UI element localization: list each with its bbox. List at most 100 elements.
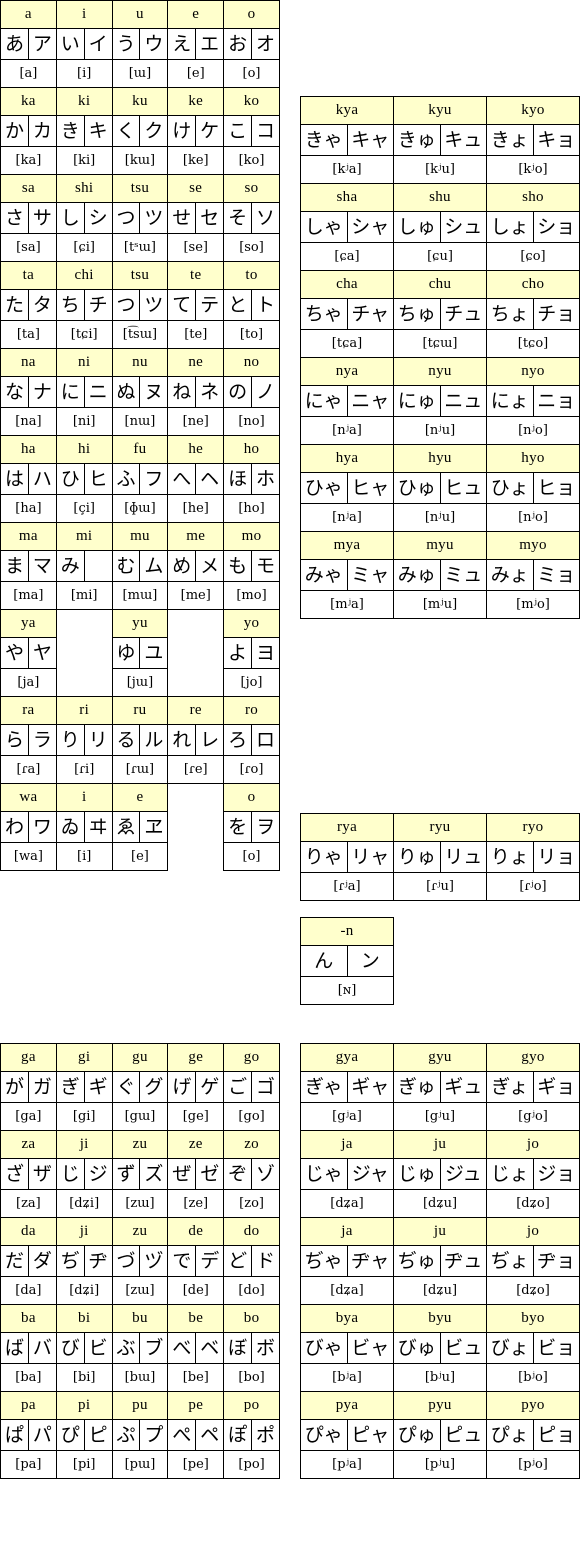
ipa-row: [ka] [ki] [kɯ] [ke] [ko] bbox=[0, 146, 280, 175]
katakana-cell: メ bbox=[195, 550, 225, 582]
katakana-cell: ヂャ bbox=[346, 1245, 394, 1277]
romaji-label: e bbox=[167, 0, 225, 29]
hiragana-cell: と bbox=[223, 289, 253, 321]
romaji-label: o bbox=[223, 0, 280, 29]
hiragana-cell: し bbox=[55, 202, 85, 234]
kana-row: らラりリるルれレろロ bbox=[0, 724, 280, 756]
katakana-cell: ヂ bbox=[83, 1245, 113, 1277]
romaji-label: ji bbox=[55, 1217, 113, 1246]
ipa-transcription: [nɯ] bbox=[111, 407, 169, 436]
katakana-cell: ミョ bbox=[532, 559, 580, 591]
hiragana-cell: しょ bbox=[486, 211, 534, 243]
ipa-transcription: [do] bbox=[223, 1276, 280, 1305]
katakana-cell: ヒャ bbox=[346, 472, 394, 504]
katakana-cell: パ bbox=[27, 1419, 57, 1451]
katakana-cell: ビ bbox=[83, 1332, 113, 1364]
hiragana-cell: り bbox=[55, 724, 85, 756]
romaji-label: yu bbox=[111, 609, 169, 638]
romaji-label: ryu bbox=[393, 813, 487, 842]
ipa-row: [ɕa] [ɕu] [ɕo] bbox=[300, 242, 580, 271]
kana-chart: a i u e o あアいイうウえエおオ [a] [i] [ɯ] [e] [o] ka ki ku ke ko… bbox=[0, 0, 580, 1565]
romaji-row: mya myu myo bbox=[300, 531, 580, 560]
katakana-cell: ジョ bbox=[532, 1158, 580, 1190]
romaji-label: -n bbox=[299, 917, 395, 946]
ipa-transcription: [nʲu] bbox=[393, 416, 487, 445]
hiragana-cell: びゃ bbox=[300, 1332, 348, 1364]
ipa-transcription: [pe] bbox=[167, 1450, 225, 1479]
katakana-cell: ピャ bbox=[346, 1419, 394, 1451]
katakana-cell: ジ bbox=[83, 1158, 113, 1190]
hiragana-cell: べ bbox=[167, 1332, 197, 1364]
ipa-transcription: [pʲu] bbox=[393, 1450, 487, 1479]
ipa-transcription: [tɕa] bbox=[300, 329, 394, 358]
ipa-transcription: [no] bbox=[223, 407, 280, 436]
ipa-row: [ha] [çi] [ɸɯ] [he] [ho] bbox=[0, 494, 280, 523]
romaji-label: bu bbox=[111, 1304, 169, 1333]
katakana-cell: ワ bbox=[27, 811, 57, 843]
romaji-label: ji bbox=[55, 1130, 113, 1159]
hiragana-cell: ちゃ bbox=[300, 298, 348, 330]
hiragana-cell: つ bbox=[111, 289, 141, 321]
kana-row: かカきキくクけケこコ bbox=[0, 115, 280, 147]
romaji-label: ryo bbox=[486, 813, 580, 842]
hiragana-cell: ち bbox=[55, 289, 85, 321]
ipa-transcription: [bɯ] bbox=[111, 1363, 169, 1392]
hiragana-cell: は bbox=[0, 463, 29, 495]
hiragana-cell: ひゃ bbox=[300, 472, 348, 504]
katakana-cell: キュ bbox=[439, 124, 487, 156]
romaji-label: jo bbox=[486, 1130, 580, 1159]
romaji-row: pa pi pu pe po bbox=[0, 1391, 280, 1420]
romaji-label: sa bbox=[0, 174, 57, 203]
ipa-transcription: [ja] bbox=[0, 668, 57, 697]
kana-row: わワゐヰゑヱ をヲ bbox=[0, 811, 280, 843]
ipa-transcription: [ɾa] bbox=[0, 755, 57, 784]
ipa-transcription: [ɾi] bbox=[55, 755, 113, 784]
romaji-label: nu bbox=[111, 348, 169, 377]
romaji-label: tsu bbox=[111, 261, 169, 290]
romaji-label: rya bbox=[300, 813, 394, 842]
katakana-cell: ニョ bbox=[532, 385, 580, 417]
ipa-transcription: [nʲa] bbox=[300, 503, 394, 532]
romaji-label: a bbox=[0, 0, 57, 29]
romaji-label: po bbox=[223, 1391, 280, 1420]
ipa-transcription: [da] bbox=[0, 1276, 57, 1305]
romaji-row: bya byu byo bbox=[300, 1304, 580, 1333]
romaji-label: ya bbox=[0, 609, 57, 638]
romaji-row: pya pyu pyo bbox=[300, 1391, 580, 1420]
kana-row: ざザじジずズぜゼぞゾ bbox=[0, 1158, 280, 1190]
katakana-cell: ツ bbox=[139, 289, 169, 321]
katakana-cell: ザ bbox=[27, 1158, 57, 1190]
ipa-transcription: [nʲo] bbox=[486, 416, 580, 445]
ipa-transcription: [ɕa] bbox=[300, 242, 394, 271]
hiragana-cell: ひ bbox=[55, 463, 85, 495]
ipa-transcription: [na] bbox=[0, 407, 57, 436]
ipa-row: [ga] [gi] [gɯ] [ge] [go] bbox=[0, 1102, 280, 1131]
hiragana-cell: ひょ bbox=[486, 472, 534, 504]
ipa-transcription: [ka] bbox=[0, 146, 57, 175]
hiragana-cell: ぶ bbox=[111, 1332, 141, 1364]
hiragana-cell: せ bbox=[167, 202, 197, 234]
hiragana-cell: ね bbox=[167, 376, 197, 408]
ipa-row: [gʲa] [gʲu] [gʲo] bbox=[300, 1102, 580, 1131]
katakana-cell: リ bbox=[83, 724, 113, 756]
kana-row: ぢゃ ヂャ ぢゅ ヂュ ぢょ ヂョ bbox=[300, 1245, 580, 1277]
romaji-label: ko bbox=[223, 87, 280, 116]
katakana-cell: ソ bbox=[251, 202, 280, 234]
basic-syllables-yoon-r-table: rya ryu ryo りゃ リャ りゅ リュ りょ リョ [ɾʲa] [ɾʲu] [ɾʲo] bbox=[300, 813, 580, 901]
empty-cell bbox=[168, 610, 224, 638]
katakana-cell: ヒョ bbox=[532, 472, 580, 504]
romaji-label: pu bbox=[111, 1391, 169, 1420]
romaji-label: bo bbox=[223, 1304, 280, 1333]
hiragana-cell: よ bbox=[223, 637, 253, 669]
romaji-row: ya yu yo bbox=[0, 609, 280, 638]
hiragana-cell: りゅ bbox=[393, 841, 441, 873]
kana-row: きゃ キャ きゅ キュ きょ キョ bbox=[300, 124, 580, 156]
katakana-cell: ホ bbox=[251, 463, 280, 495]
moraic-nasal-table: -n んン [ɴ] bbox=[299, 917, 395, 1005]
hiragana-cell: きゅ bbox=[393, 124, 441, 156]
romaji-label: zu bbox=[111, 1217, 169, 1246]
romaji-label: gyu bbox=[393, 1043, 487, 1072]
romaji-row: na ni nu ne no bbox=[0, 348, 280, 377]
hiragana-cell: そ bbox=[223, 202, 253, 234]
romaji-row: aiueo bbox=[0, 0, 280, 29]
